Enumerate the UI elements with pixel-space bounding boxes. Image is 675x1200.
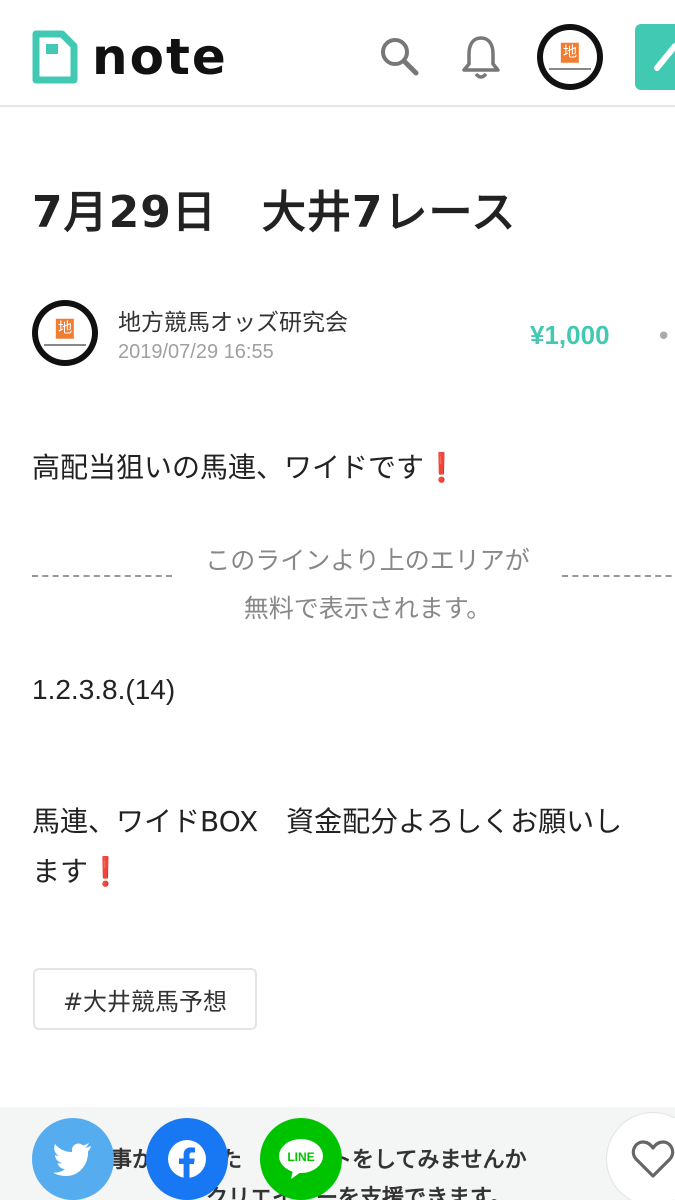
intro-text: 高配当狙いの馬連、ワイドです❗ (32, 446, 459, 486)
app-header: note 地 (0, 0, 675, 107)
facebook-share-button[interactable] (146, 1118, 228, 1200)
support-text-line2: クリエイ ーを支援できます。 (206, 1186, 512, 1200)
bell-icon[interactable] (460, 34, 502, 80)
user-avatar[interactable]: 地 (537, 24, 603, 90)
free-divider-line-left (32, 575, 172, 577)
hashtag-chip[interactable]: #大井競馬予想 (33, 968, 257, 1030)
exclamation-icon: ❗ (88, 855, 123, 888)
note-logo[interactable]: note (32, 30, 228, 84)
bet-instruction-line2-text: ます (32, 855, 89, 888)
search-icon[interactable] (378, 35, 420, 77)
author-avatar[interactable]: 地 (32, 300, 98, 366)
avatar-glyph: 地 (560, 42, 580, 63)
exclamation-icon: ❗ (424, 451, 459, 484)
post-date: 2019/07/29 16:55 (118, 341, 274, 363)
author-avatar-glyph: 地 (55, 318, 75, 339)
picked-numbers: 1.2.3.8.(14) (32, 674, 176, 705)
pencil-icon (654, 43, 675, 71)
free-area-notice-line2: 無料で表示されます。 (243, 594, 492, 623)
twitter-share-button[interactable] (32, 1118, 114, 1200)
post-button[interactable] (635, 24, 675, 90)
more-menu-icon[interactable]: •• (656, 322, 675, 352)
line-icon-label: LINE (287, 1150, 314, 1164)
article-price: ¥1,000 (530, 320, 610, 350)
free-area-notice-line1: このラインより上のエリアが (205, 546, 530, 575)
bet-instruction-line2: ます❗ (32, 852, 123, 892)
heart-icon (631, 1140, 675, 1178)
free-divider-line-right (562, 575, 675, 577)
author-name[interactable]: 地方競馬オッズ研究会 (118, 303, 348, 337)
free-area-notice: このラインより上のエリアが 無料で表示されます。 (175, 537, 560, 633)
article-title: 7月29日 大井7レース (32, 187, 517, 238)
note-logo-icon (32, 30, 78, 84)
line-icon: LINE (279, 1139, 323, 1179)
line-share-button[interactable]: LINE (260, 1118, 342, 1200)
bet-instruction-line1: 馬連、ワイドBOX 資金配分よろしくお願いし (32, 805, 623, 838)
intro-text-body: 高配当狙いの馬連、ワイドです (32, 451, 425, 484)
facebook-icon (168, 1140, 206, 1178)
logo-text: note (92, 28, 228, 86)
twitter-icon (53, 1143, 91, 1176)
